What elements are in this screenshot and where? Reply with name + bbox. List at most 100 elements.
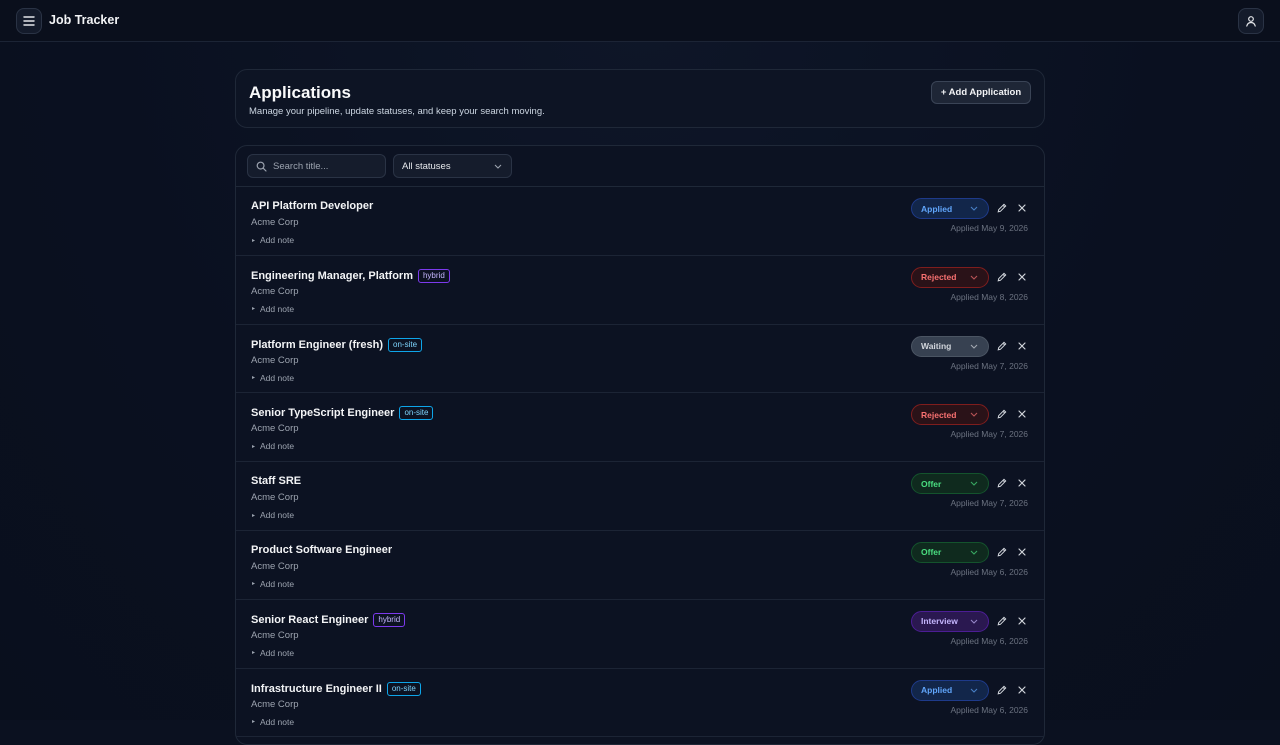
search-field[interactable] [247, 154, 386, 178]
status-filter-value: All statuses [402, 160, 451, 172]
work-type-tag: hybrid [417, 268, 450, 283]
add-note-toggle[interactable]: ▸ Add note [252, 235, 294, 245]
status-value: Rejected [921, 272, 957, 283]
work-type-tag: on-site [386, 681, 421, 696]
pencil-icon[interactable] [996, 615, 1008, 627]
applied-date: Applied May 6, 2026 [950, 566, 1029, 577]
status-value: Offer [921, 547, 942, 558]
status-select[interactable]: Interview [911, 610, 989, 632]
applications-list: All statuses API Platform Developer Acme… [235, 145, 1045, 745]
application-row: Infrastructure Engineer II on-site Acme … [236, 669, 1044, 738]
close-icon[interactable] [1016, 477, 1028, 489]
applied-date: Applied May 8, 2026 [950, 291, 1029, 302]
company-name: Acme Corp [251, 423, 299, 435]
caret-right-icon: ▸ [252, 443, 256, 450]
top-bar: Job Tracker [0, 0, 1280, 42]
job-title: Senior React Engineer [251, 613, 369, 626]
applied-date: Applied May 7, 2026 [950, 429, 1029, 440]
status-select[interactable]: Applied [911, 198, 989, 219]
job-title: API Platform Developer [251, 200, 374, 212]
close-icon[interactable] [1016, 271, 1028, 283]
applied-date: Applied May 7, 2026 [950, 498, 1029, 509]
hamburger-menu-icon[interactable] [16, 8, 42, 34]
status-select[interactable]: Applied [911, 679, 989, 701]
add-note-label: Add note [260, 303, 295, 314]
search-input[interactable] [273, 160, 373, 172]
pencil-icon[interactable] [996, 684, 1008, 696]
status-select[interactable]: Offer [911, 473, 989, 495]
company-name: Acme Corp [251, 698, 299, 710]
work-type-tag: on-site [399, 406, 434, 421]
company-name: Acme Corp [251, 217, 299, 228]
application-row: Engineering Manager, Platform hybrid Acm… [236, 256, 1044, 325]
close-icon[interactable] [1016, 202, 1028, 214]
add-note-label: Add note [260, 647, 295, 658]
company-name: Acme Corp [251, 354, 299, 366]
status-select[interactable]: Rejected [911, 266, 989, 288]
add-note-toggle[interactable]: ▸ Add note [252, 441, 294, 451]
add-note-toggle[interactable]: ▸ Add note [252, 304, 294, 314]
status-select[interactable]: Rejected [911, 404, 989, 426]
chevron-down-icon [970, 413, 978, 418]
application-row: Senior TypeScript Engineer on-site Acme … [236, 393, 1044, 463]
add-note-label: Add note [260, 235, 295, 245]
status-select[interactable]: Offer [911, 541, 989, 563]
applied-date: Applied May 6, 2026 [950, 704, 1029, 715]
status-value: Interview [921, 616, 958, 627]
add-note-toggle[interactable]: ▸ Add note [252, 510, 294, 520]
pencil-icon[interactable] [996, 546, 1008, 558]
add-application-button[interactable]: + Add Application [931, 81, 1031, 104]
pencil-icon[interactable] [996, 202, 1008, 214]
status-select[interactable]: Waiting [911, 335, 989, 357]
status-value: Waiting [921, 341, 952, 352]
rows-container: API Platform Developer Acme Corp ▸ Add n… [236, 187, 1044, 738]
close-icon[interactable] [1016, 615, 1028, 627]
chevron-down-icon [970, 550, 978, 555]
applied-date: Applied May 7, 2026 [950, 360, 1029, 371]
caret-right-icon: ▸ [252, 512, 256, 519]
status-value: Offer [921, 478, 942, 489]
job-title: Engineering Manager, Platform [251, 269, 413, 282]
row-title-group: Senior TypeScript Engineer on-site [251, 406, 434, 421]
page-title: Applications [249, 83, 352, 102]
add-note-toggle[interactable]: ▸ Add note [252, 717, 294, 727]
row-title-group: Platform Engineer (fresh) on-site [251, 337, 423, 352]
status-filter-select[interactable]: All statuses [393, 154, 512, 178]
row-title-group: Infrastructure Engineer II on-site [251, 681, 421, 696]
row-title-group: API Platform Developer [251, 200, 373, 212]
add-note-label: Add note [260, 510, 295, 521]
job-title: Product Software Engineer [251, 543, 393, 556]
add-note-label: Add note [260, 716, 295, 727]
application-row: Senior React Engineer hybrid Acme Corp ▸… [236, 600, 1044, 669]
job-title: Senior TypeScript Engineer [251, 407, 395, 420]
close-icon[interactable] [1016, 684, 1028, 696]
pencil-icon[interactable] [996, 340, 1008, 352]
app-title: Job Tracker [49, 13, 120, 27]
row-title-group: Staff SRE [251, 475, 301, 487]
add-note-toggle[interactable]: ▸ Add note [252, 648, 294, 658]
caret-right-icon: ▸ [252, 650, 256, 657]
close-icon[interactable] [1016, 340, 1028, 352]
caret-right-icon: ▸ [252, 581, 256, 588]
caret-right-icon: ▸ [252, 306, 256, 313]
application-row: Product Software Engineer Acme Corp ▸ Ad… [236, 531, 1044, 600]
caret-right-icon: ▸ [252, 375, 256, 382]
status-value: Applied [921, 203, 953, 214]
add-note-toggle[interactable]: ▸ Add note [252, 373, 294, 383]
close-icon[interactable] [1016, 408, 1028, 420]
close-icon[interactable] [1016, 546, 1028, 558]
add-note-label: Add note [260, 372, 295, 383]
pencil-icon[interactable] [996, 271, 1008, 283]
caret-right-icon: ▸ [252, 719, 256, 726]
row-title-group: Engineering Manager, Platform hybrid [251, 268, 450, 283]
chevron-down-icon [970, 275, 978, 280]
add-note-toggle[interactable]: ▸ Add note [252, 579, 294, 589]
search-icon [256, 161, 267, 172]
applied-date: Applied May 9, 2026 [950, 223, 1029, 233]
pencil-icon[interactable] [996, 408, 1008, 420]
chevron-down-icon [970, 688, 978, 693]
work-type-tag: on-site [388, 337, 423, 352]
company-name: Acme Corp [251, 560, 299, 572]
user-icon[interactable] [1238, 8, 1264, 34]
pencil-icon[interactable] [996, 477, 1008, 489]
